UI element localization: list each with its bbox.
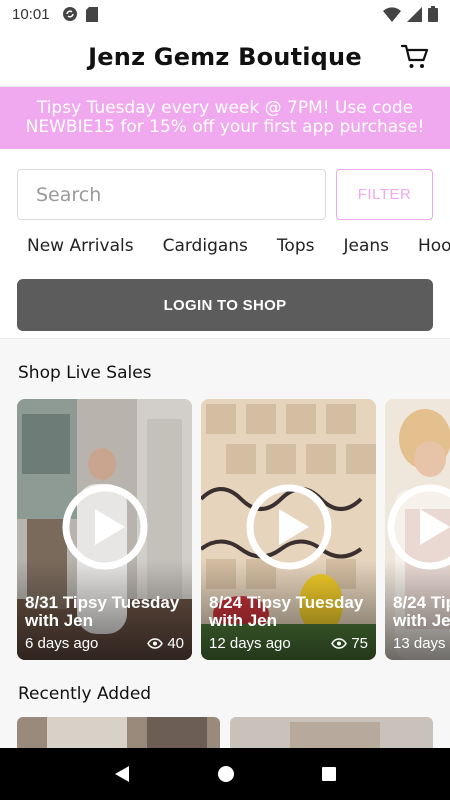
live-sale-card[interactable]: 8/24 Tipsy Tuesday with Jen 12 days ago … <box>201 399 376 660</box>
category-tops[interactable]: Tops <box>277 236 315 264</box>
status-right-icons <box>383 6 438 22</box>
live-sale-title: 8/24 Tipsy Tuesday with Jen <box>209 593 364 630</box>
recently-added-list[interactable] <box>17 717 450 748</box>
filter-button[interactable]: FILTER <box>336 169 433 220</box>
product-thumbnail[interactable] <box>17 717 220 748</box>
eye-icon <box>147 638 164 649</box>
back-icon[interactable] <box>113 765 131 783</box>
live-sale-age: 6 days ago <box>25 635 99 652</box>
live-sale-title: 8/24 Tipsy Tuesday with Jen <box>393 593 450 630</box>
view-count: 75 <box>331 635 368 652</box>
signal-icon <box>407 6 422 22</box>
play-icon[interactable] <box>245 483 333 571</box>
category-jeans[interactable]: Jeans <box>343 236 389 264</box>
search-row: FILTER <box>17 169 433 220</box>
wifi-icon <box>383 6 401 22</box>
live-sale-meta: 13 days ago <box>393 635 450 652</box>
cart-button[interactable] <box>400 42 430 72</box>
promo-text: Tipsy Tuesday every week @ 7PM! Use code… <box>25 98 425 137</box>
recents-icon[interactable] <box>321 766 337 782</box>
main-content[interactable]: Shop Live Sales 8/31 Tipsy Tuesday with … <box>0 338 450 748</box>
view-count-value: 75 <box>351 635 368 652</box>
live-sale-card[interactable]: 8/31 Tipsy Tuesday with Jen 6 days ago 4… <box>17 399 192 660</box>
app-header: Jenz Gemz Boutique <box>0 28 450 87</box>
login-to-shop-button[interactable]: LOGIN TO SHOP <box>17 279 433 331</box>
app-title: Jenz Gemz Boutique <box>88 43 362 71</box>
live-sale-card[interactable]: 8/24 Tipsy Tuesday with Jen 13 days ago <box>385 399 450 660</box>
home-icon[interactable] <box>217 765 235 783</box>
product-thumbnail[interactable] <box>230 717 433 748</box>
sync-icon <box>62 7 77 21</box>
system-nav-bar <box>0 748 450 800</box>
play-icon[interactable] <box>386 483 450 571</box>
category-cardigans[interactable]: Cardigans <box>163 236 248 264</box>
view-count: 40 <box>147 635 184 652</box>
view-count-value: 40 <box>167 635 184 652</box>
category-new-arrivals[interactable]: New Arrivals <box>27 236 134 264</box>
category-tabs: New Arrivals Cardigans Tops Jeans Hoodie… <box>27 236 450 264</box>
live-sales-title: Shop Live Sales <box>18 363 152 383</box>
live-sale-meta: 12 days ago 75 <box>209 635 368 652</box>
live-sale-age: 13 days ago <box>393 635 450 652</box>
play-icon[interactable] <box>61 483 149 571</box>
promo-banner[interactable]: Tipsy Tuesday every week @ 7PM! Use code… <box>0 87 450 149</box>
live-sale-age: 12 days ago <box>209 635 291 652</box>
battery-icon <box>428 6 438 22</box>
status-left-icons <box>62 6 98 22</box>
status-bar: 10:01 <box>0 0 450 28</box>
search-input[interactable] <box>17 169 326 220</box>
eye-icon <box>331 638 348 649</box>
live-sale-title: 8/31 Tipsy Tuesday with Jen <box>25 593 180 630</box>
cart-icon <box>401 44 429 68</box>
live-sale-meta: 6 days ago 40 <box>25 635 184 652</box>
live-sales-carousel[interactable]: 8/31 Tipsy Tuesday with Jen 6 days ago 4… <box>17 399 450 660</box>
recently-added-title: Recently Added <box>18 684 152 704</box>
status-time: 10:01 <box>12 5 50 23</box>
category-hoodies[interactable]: Hoodies <box>418 236 450 264</box>
sd-card-icon <box>85 6 98 22</box>
